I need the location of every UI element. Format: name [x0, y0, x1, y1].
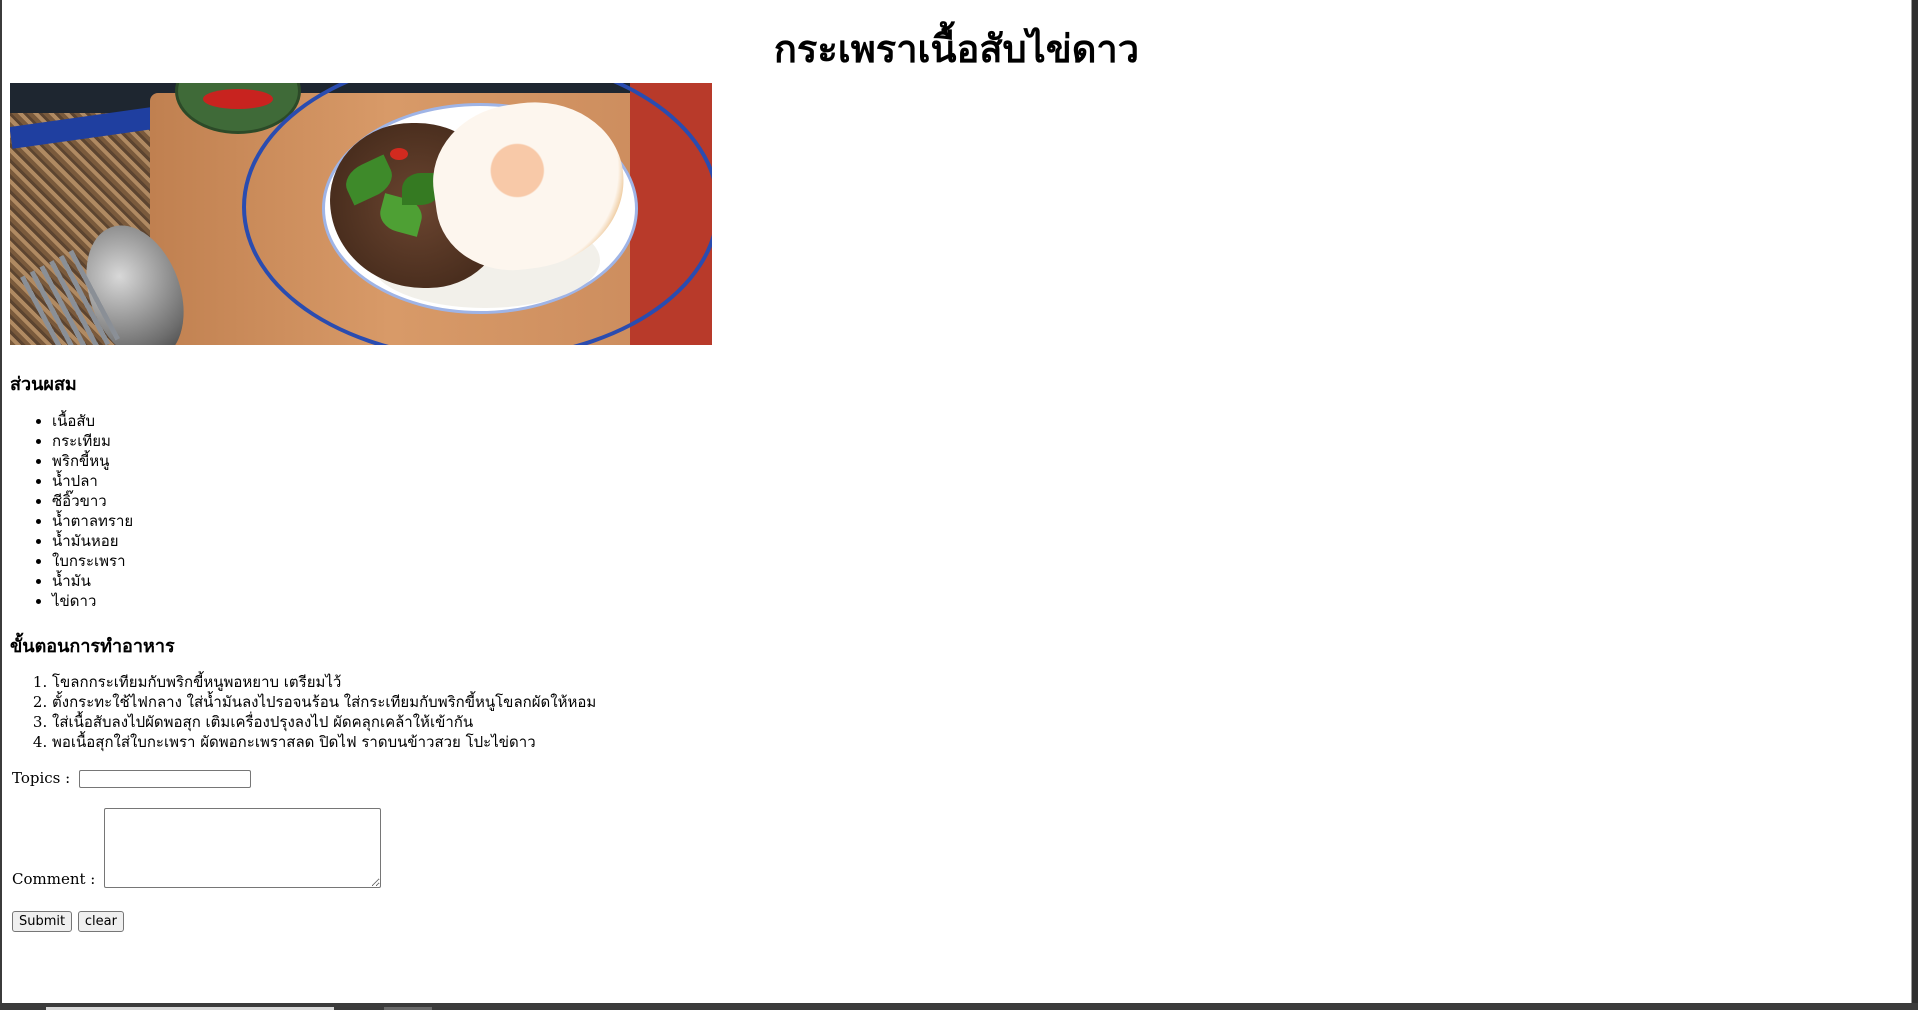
topics-input[interactable] [78, 770, 251, 788]
list-item: ซีอิ๊วขาว [52, 491, 133, 511]
dish-photo [10, 83, 712, 345]
list-item: น้ำตาลทราย [52, 511, 133, 531]
page-title: กระเพราเนื้อสับไข่ดาว [773, 27, 1140, 71]
list-item: ใส่เนื้อสับลงไปผัดพอสุก เติมเครื่องปรุงล… [52, 712, 596, 732]
list-item: ตั้งกระทะใช้ไฟกลาง ใส่น้ำมันลงไปรอจนร้อน… [52, 692, 596, 712]
list-item: น้ำมัน [52, 571, 133, 591]
comment-label: Comment : [12, 870, 96, 888]
comment-row: Comment : [12, 808, 382, 888]
list-item: กระเทียม [52, 431, 133, 451]
list-item: น้ำมันหอย [52, 531, 133, 551]
topics-row: Topics : [12, 769, 251, 788]
submit-button[interactable]: Submit [12, 911, 73, 932]
list-item: ไข่ดาว [52, 591, 133, 611]
list-item: เนื้อสับ [52, 411, 133, 431]
ingredients-heading: ส่วนผสม [10, 374, 77, 395]
steps-list: โขลกกระเทียมกับพริกขี้หนูพอหยาบ เตรียมไว… [10, 672, 596, 752]
form-buttons: Submit clear [12, 911, 125, 932]
window-edge [1912, 0, 1918, 1010]
list-item: โขลกกระเทียมกับพริกขี้หนูพอหยาบ เตรียมไว… [52, 672, 596, 692]
comment-textarea[interactable] [104, 808, 382, 888]
steps-heading: ขั้นตอนการทำอาหาร [10, 636, 175, 657]
list-item: น้ำปลา [52, 471, 133, 491]
ingredients-list: เนื้อสับ กระเทียม พริกขี้หนู น้ำปลา ซีอิ… [10, 411, 133, 611]
list-item: ใบกระเพรา [52, 551, 133, 571]
taskbar-strip [0, 1003, 1918, 1010]
clear-button[interactable]: clear [77, 911, 124, 932]
topics-label: Topics : [12, 769, 71, 787]
list-item: พริกขี้หนู [52, 451, 133, 471]
list-item: พอเนื้อสุกใส่ใบกะเพรา ผัดพอกะเพราสลด ปิด… [52, 732, 596, 752]
page: กระเพราเนื้อสับไข่ดาว ส่วนผสม เนื้อสับ ก… [2, 0, 1912, 1003]
chili-piece [390, 148, 408, 160]
